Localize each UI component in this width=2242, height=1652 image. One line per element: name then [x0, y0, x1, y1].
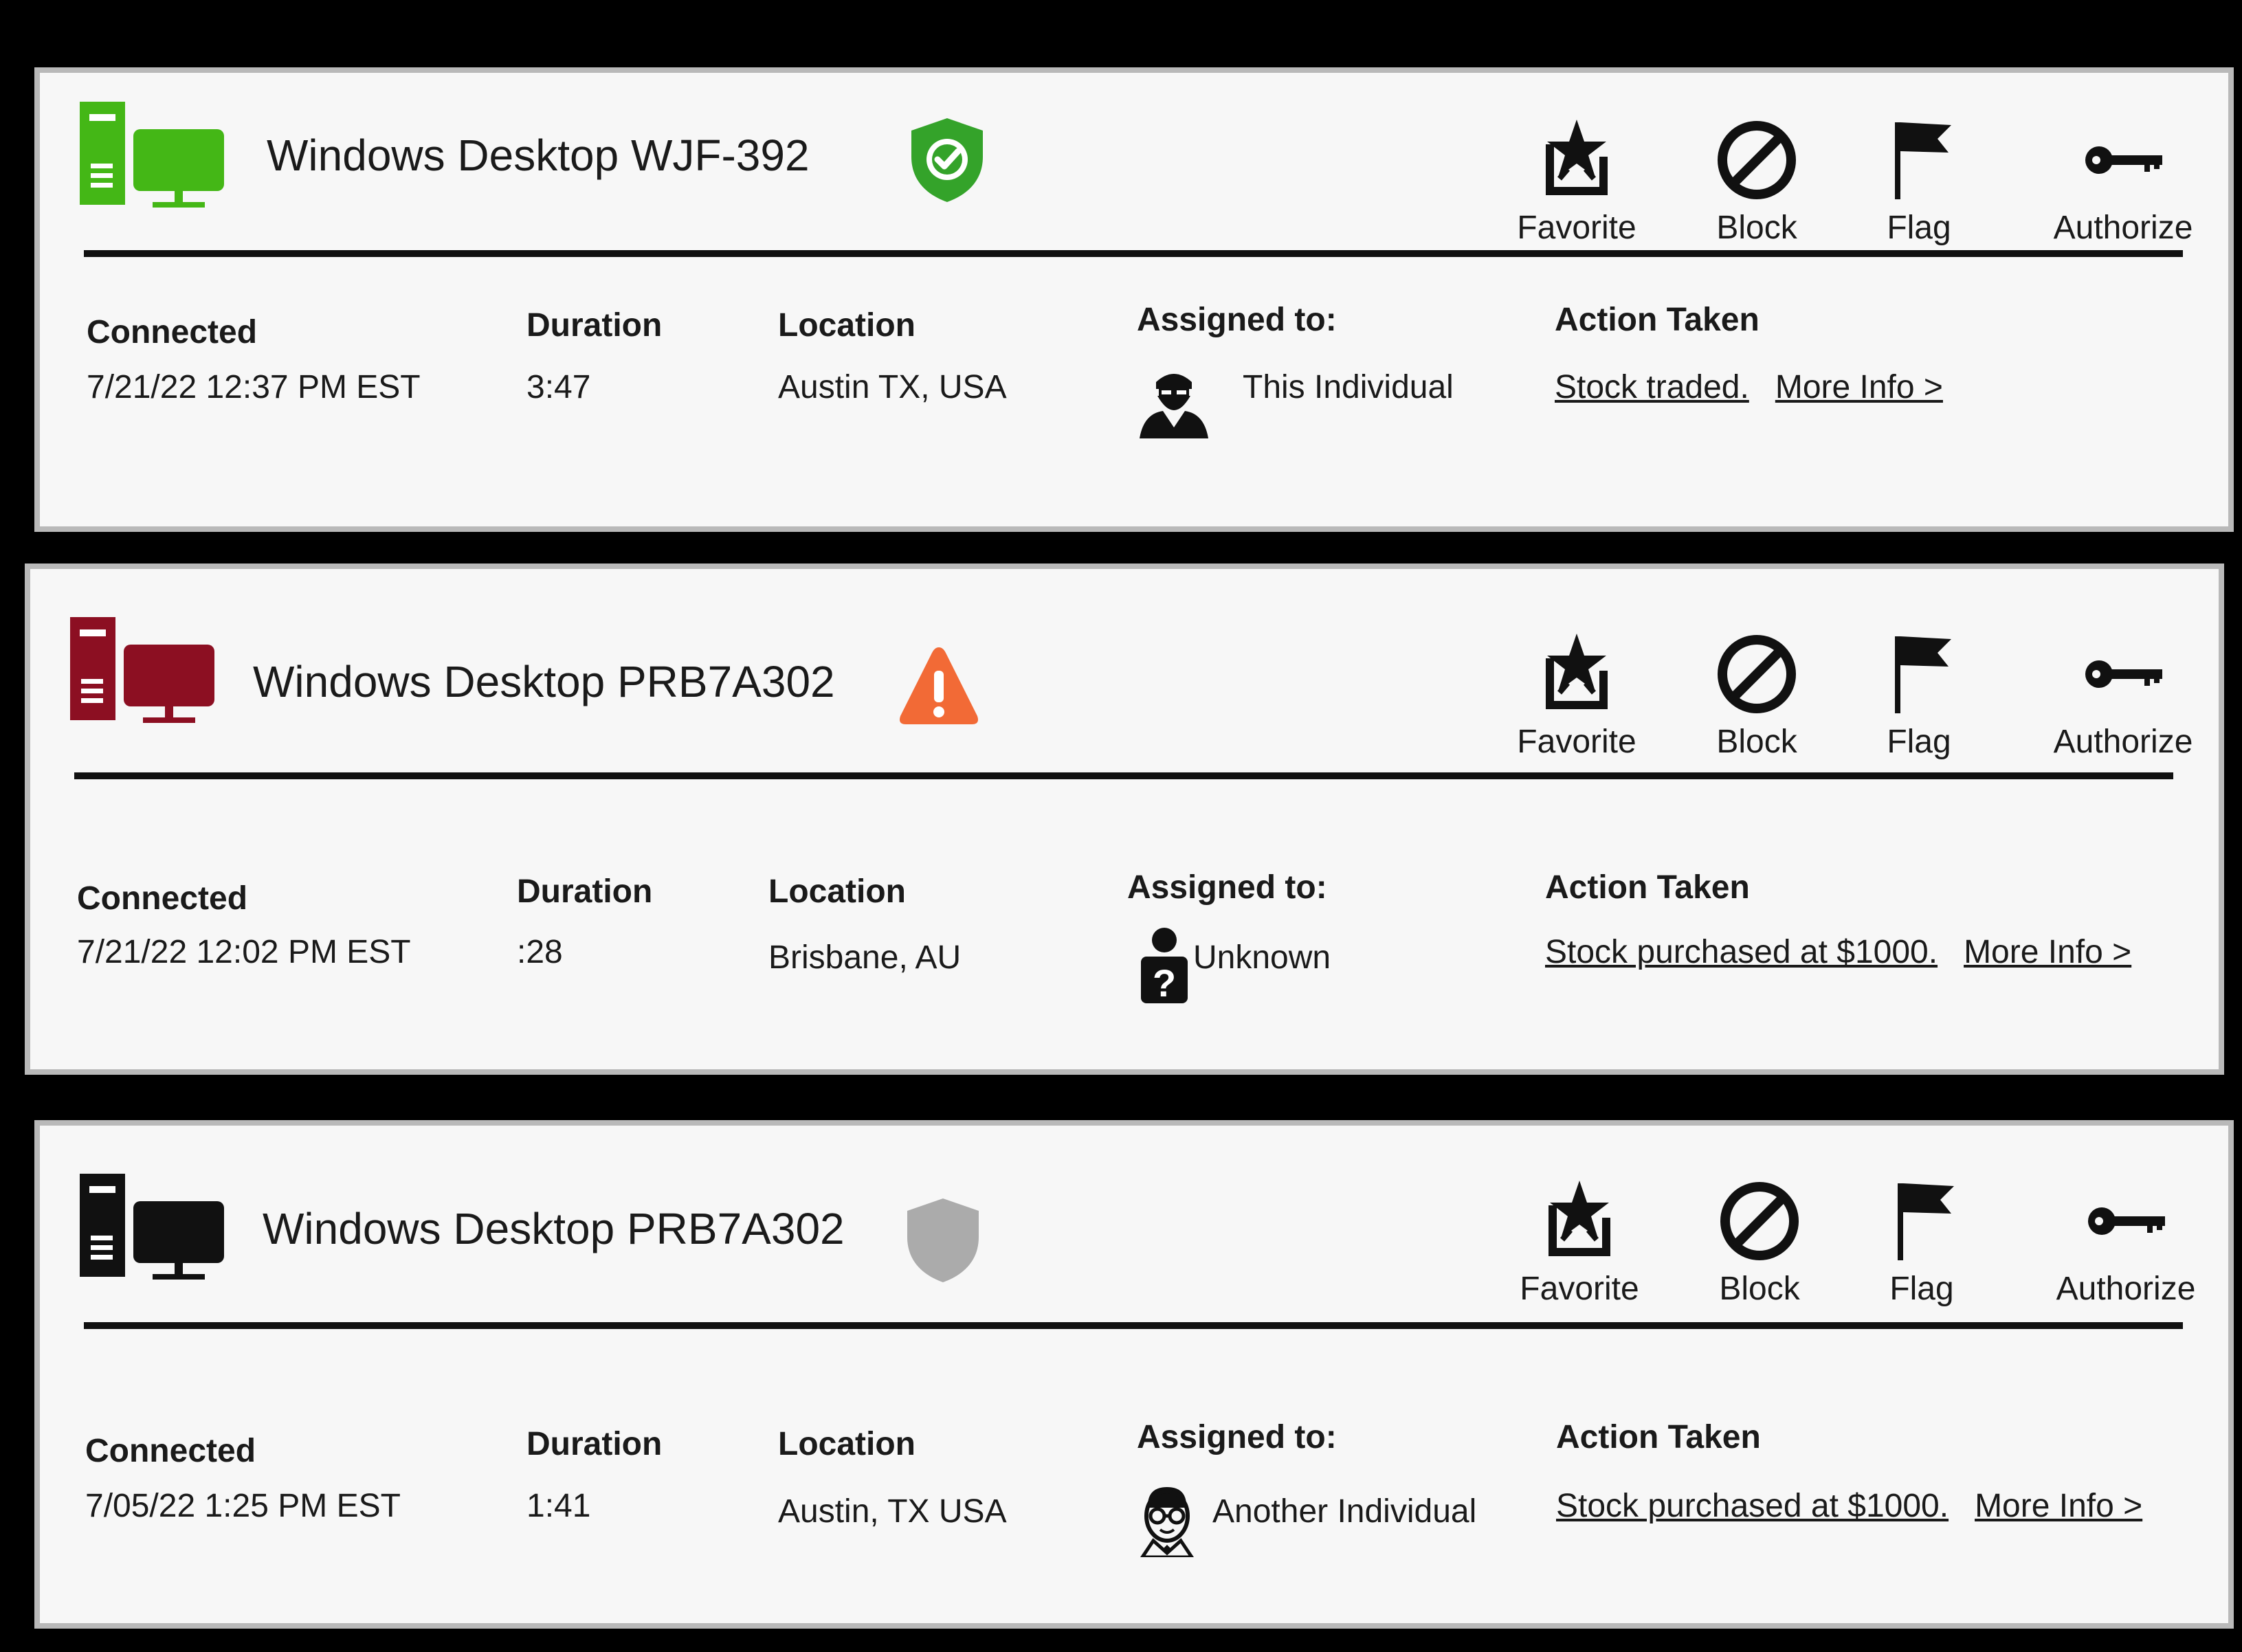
favorite-button[interactable]: Favorite — [1497, 1176, 1662, 1307]
duration-value: :28 — [517, 934, 563, 970]
action-taken-value: Stock purchased at $1000. More Info > — [1545, 932, 2131, 973]
assigned-label: Assigned to: — [1137, 302, 1337, 338]
block-button[interactable]: Block — [1677, 1176, 1842, 1307]
flag-button[interactable]: Flag — [1839, 1176, 2004, 1307]
desktop-computer-icon — [80, 1174, 224, 1280]
action-toolbar: Favorite Block Flag Authorize — [1494, 115, 2223, 246]
star-tray-icon — [1549, 1181, 1610, 1256]
desktop-computer-icon — [70, 617, 214, 723]
block-button[interactable]: Block — [1674, 629, 1839, 760]
action-taken-label: Action Taken — [1555, 302, 1760, 338]
duration-label: Duration — [517, 873, 653, 910]
favorite-button[interactable]: Favorite — [1494, 115, 1659, 246]
session-card: Windows Desktop PRB7A302 Favorite Block … — [25, 563, 2224, 1075]
connected-value: 7/21/22 12:37 PM EST — [87, 369, 421, 405]
verified-shield-icon — [911, 118, 983, 202]
favorite-button[interactable]: Favorite — [1494, 629, 1659, 760]
header-divider — [84, 250, 2183, 257]
activity-list: Windows Desktop WJF-392 Favorite Block F… — [0, 0, 2242, 1652]
flag-button[interactable]: Flag — [1836, 115, 2001, 246]
more-info-link[interactable]: More Info > — [1775, 369, 1943, 405]
block-icon — [1718, 121, 1796, 199]
authorize-button[interactable]: Authorize — [2017, 115, 2230, 246]
device-title: Windows Desktop PRB7A302 — [263, 1204, 845, 1253]
location-value: Brisbane, AU — [768, 939, 962, 976]
assigned-label: Assigned to: — [1127, 869, 1327, 906]
more-info-link[interactable]: More Info > — [1964, 934, 2131, 970]
device-title: Windows Desktop WJF-392 — [267, 131, 810, 180]
location-label: Location — [778, 307, 915, 344]
location-value: Austin TX, USA — [778, 369, 1007, 405]
location-label: Location — [768, 873, 906, 910]
authorize-button[interactable]: Authorize — [2019, 1176, 2232, 1307]
location-label: Location — [778, 1426, 915, 1462]
warning-triangle-icon — [900, 647, 978, 724]
action-taken-label: Action Taken — [1545, 869, 1750, 906]
duration-label: Duration — [526, 307, 663, 344]
key-icon — [2085, 660, 2162, 688]
action-taken-link[interactable]: Stock purchased at $1000. — [1545, 934, 1938, 970]
bearded-man-icon — [1140, 374, 1208, 438]
duration-label: Duration — [526, 1426, 663, 1462]
duration-value: 3:47 — [526, 369, 591, 405]
key-icon — [2088, 1207, 2165, 1235]
connected-value: 7/05/22 1:25 PM EST — [85, 1488, 401, 1524]
unknown-person-icon: ? — [1141, 928, 1188, 1003]
duration-value: 1:41 — [526, 1488, 591, 1524]
session-card: Windows Desktop PRB7A302 Favorite Block — [34, 1120, 2234, 1629]
action-taken-value: Stock traded. More Info > — [1555, 367, 1943, 408]
connected-label: Connected — [77, 880, 248, 917]
session-card: Windows Desktop WJF-392 Favorite Block F… — [34, 67, 2234, 532]
flag-icon — [1895, 122, 1951, 199]
assigned-value: This Individual — [1243, 369, 1454, 405]
assigned-value: Unknown — [1193, 939, 1331, 976]
flag-button[interactable]: Flag — [1836, 629, 2001, 760]
action-toolbar: Favorite Block Flag Authorize — [1494, 629, 2223, 760]
action-taken-link[interactable]: Stock traded. — [1555, 369, 1749, 405]
more-info-link[interactable]: More Info > — [1975, 1488, 2142, 1524]
action-taken-value: Stock purchased at $1000. More Info > — [1556, 1486, 2142, 1527]
block-icon — [1720, 1182, 1799, 1260]
action-taken-label: Action Taken — [1556, 1419, 1761, 1455]
flag-icon — [1895, 636, 1951, 713]
device-title: Windows Desktop PRB7A302 — [253, 657, 835, 706]
flag-icon — [1898, 1183, 1954, 1260]
key-icon — [2085, 146, 2162, 174]
block-icon — [1718, 635, 1796, 713]
assigned-label: Assigned to: — [1137, 1419, 1337, 1455]
star-tray-icon — [1546, 634, 1608, 709]
assigned-value: Another Individual — [1212, 1493, 1477, 1530]
action-toolbar: Favorite Block Flag Authorize — [1497, 1176, 2226, 1307]
header-divider — [74, 772, 2173, 779]
header-divider — [84, 1322, 2183, 1329]
connected-value: 7/21/22 12:02 PM EST — [77, 934, 411, 970]
authorize-button[interactable]: Authorize — [2017, 629, 2230, 760]
block-button[interactable]: Block — [1674, 115, 1839, 246]
desktop-computer-icon — [80, 102, 224, 208]
grey-shield-icon — [907, 1198, 979, 1282]
svg-text:?: ? — [1153, 961, 1176, 1003]
action-taken-link[interactable]: Stock purchased at $1000. — [1556, 1488, 1949, 1524]
glasses-man-icon — [1140, 1487, 1195, 1557]
location-value: Austin, TX USA — [778, 1493, 1007, 1530]
star-tray-icon — [1546, 120, 1608, 195]
connected-label: Connected — [87, 314, 258, 350]
connected-label: Connected — [85, 1433, 256, 1469]
